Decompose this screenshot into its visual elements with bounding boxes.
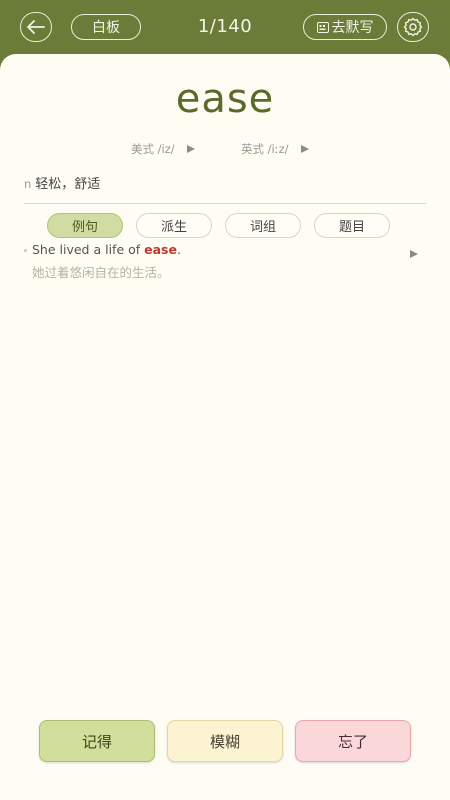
fuzzy-button[interactable]: 模糊 — [167, 720, 283, 762]
example-before: She lived a life of — [32, 242, 145, 257]
example-english: She lived a life of ease. — [32, 242, 181, 257]
top-bar: 白板 1/140 去默写 — [0, 0, 450, 54]
example-chinese: 她过着悠闲自在的生活。 — [32, 265, 170, 280]
definition: n 轻松，舒适 — [24, 173, 100, 192]
us-pronunciation[interactable]: 美式 /iz/ — [131, 141, 195, 157]
play-icon[interactable] — [186, 145, 195, 153]
example-highlight: ease — [144, 242, 177, 257]
word-card: ease 美式 /iz/ 英式 /iːz/ n 轻松，舒适 例句 派生 词组 题目… — [0, 54, 450, 800]
gear-icon — [403, 17, 423, 37]
remember-button[interactable]: 记得 — [39, 720, 155, 762]
whiteboard-button[interactable]: 白板 — [71, 14, 141, 40]
bullet — [24, 249, 27, 252]
uk-pronunciation[interactable]: 英式 /iːz/ — [241, 141, 309, 157]
keyboard-icon — [316, 21, 329, 33]
tab-derivatives[interactable]: 派生 — [136, 213, 212, 238]
dictation-button[interactable]: 去默写 — [303, 14, 387, 40]
back-button[interactable] — [20, 12, 52, 42]
play-icon[interactable] — [410, 250, 418, 258]
meaning-text: 轻松，舒适 — [35, 177, 101, 192]
settings-button[interactable] — [397, 12, 429, 42]
part-of-speech: n — [24, 177, 32, 191]
dictation-label: 去默写 — [331, 20, 374, 36]
example-after: . — [176, 242, 181, 257]
uk-phonetic: 英式 /iːz/ — [241, 142, 289, 156]
divider — [24, 203, 426, 204]
word-title: ease — [175, 76, 275, 122]
progress-counter: 1/140 — [197, 16, 253, 37]
tab-questions[interactable]: 题目 — [314, 213, 390, 238]
tab-examples[interactable]: 例句 — [47, 213, 123, 238]
forgot-button[interactable]: 忘了 — [295, 720, 411, 762]
tab-phrases[interactable]: 词组 — [225, 213, 301, 238]
arrow-left-icon — [27, 20, 45, 34]
play-icon[interactable] — [300, 145, 309, 153]
us-phonetic: 美式 /iz/ — [131, 142, 175, 156]
